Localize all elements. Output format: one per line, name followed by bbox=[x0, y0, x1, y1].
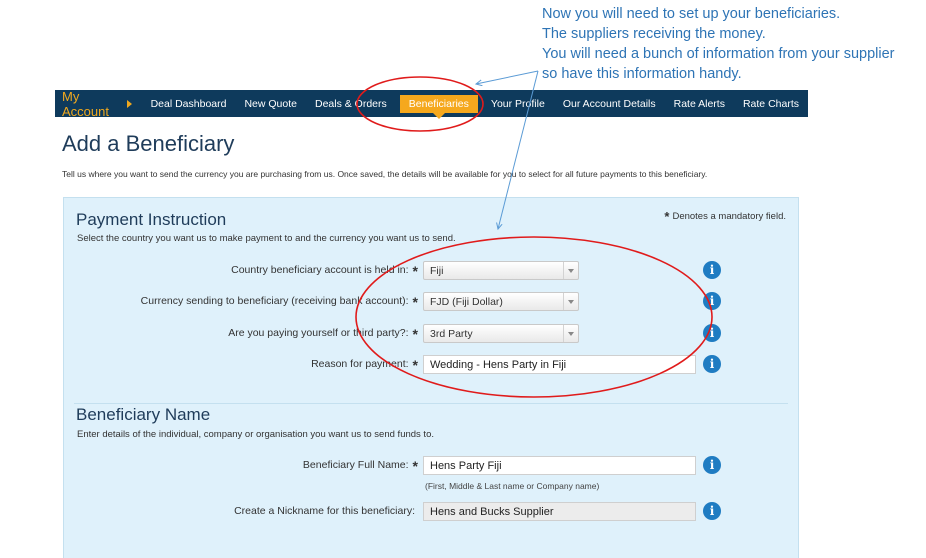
party-label-text: Are you paying yourself or third party?: bbox=[228, 327, 409, 339]
nickname-input[interactable]: Hens and Bucks Supplier bbox=[423, 502, 696, 521]
required-star: * bbox=[412, 294, 418, 310]
nav-beneficiaries[interactable]: Beneficiaries bbox=[399, 94, 478, 119]
required-star: * bbox=[412, 458, 418, 474]
annotation-line: You will need a bunch of information fro… bbox=[542, 46, 895, 62]
payment-instruction-title: Payment Instruction bbox=[76, 210, 227, 229]
nav-rate-alerts[interactable]: Rate Alerts bbox=[665, 98, 734, 110]
nav-my-account[interactable]: My Account bbox=[62, 89, 132, 119]
payment-instruction-subtitle: Select the country you want us to make p… bbox=[77, 233, 456, 244]
chevron-down-icon bbox=[563, 262, 578, 279]
annotation-line: Now you will need to set up your benefic… bbox=[542, 6, 841, 22]
nav-new-quote[interactable]: New Quote bbox=[235, 98, 306, 110]
nav-deals-orders[interactable]: Deals & Orders bbox=[306, 98, 396, 110]
info-icon[interactable]: i bbox=[703, 502, 721, 520]
annotation-line: The suppliers receiving the money. bbox=[542, 26, 766, 42]
party-select[interactable]: 3rd Party bbox=[423, 324, 579, 343]
currency-select-value: FJD (Fiji Dollar) bbox=[430, 296, 503, 308]
info-icon[interactable]: i bbox=[703, 292, 721, 310]
beneficiary-name-title: Beneficiary Name bbox=[76, 405, 211, 424]
info-icon[interactable]: i bbox=[703, 261, 721, 279]
beneficiary-name-subtitle: Enter details of the individual, company… bbox=[77, 429, 434, 440]
info-icon[interactable]: i bbox=[703, 324, 721, 342]
reason-label: Reason for payment: * bbox=[311, 357, 418, 373]
party-label: Are you paying yourself or third party?:… bbox=[228, 326, 418, 342]
fullname-input[interactable]: Hens Party Fiji bbox=[423, 456, 696, 475]
annotation-arrow-nav bbox=[476, 70, 539, 84]
country-select-value: Fiji bbox=[430, 265, 444, 277]
country-label: Country beneficiary account is held in: * bbox=[231, 263, 418, 279]
country-label-text: Country beneficiary account is held in: bbox=[231, 264, 409, 276]
nav-deal-dashboard[interactable]: Deal Dashboard bbox=[142, 98, 236, 110]
reason-label-text: Reason for payment: bbox=[311, 358, 409, 370]
nav-rate-charts[interactable]: Rate Charts bbox=[734, 98, 808, 110]
annotation-line: so have this information handy. bbox=[542, 66, 742, 82]
caret-right-icon bbox=[126, 99, 132, 108]
currency-label: Currency sending to beneficiary (receivi… bbox=[141, 294, 418, 310]
currency-select[interactable]: FJD (Fiji Dollar) bbox=[423, 292, 579, 311]
required-star: * bbox=[412, 263, 418, 279]
form-panel: Payment Instruction Select the country y… bbox=[63, 197, 799, 558]
reason-input[interactable]: Wedding - Hens Party in Fiji bbox=[423, 355, 696, 374]
chevron-down-icon bbox=[563, 325, 578, 342]
currency-label-text: Currency sending to beneficiary (receivi… bbox=[140, 295, 409, 307]
page-intro: Tell us where you want to send the curre… bbox=[62, 169, 708, 179]
nickname-label: Create a Nickname for this beneficiary: bbox=[234, 505, 415, 517]
country-select[interactable]: Fiji bbox=[423, 261, 579, 280]
fullname-hint: (First, Middle & Last name or Company na… bbox=[425, 481, 600, 491]
chevron-down-icon bbox=[563, 293, 578, 310]
nickname-label-text: Create a Nickname for this beneficiary: bbox=[234, 505, 415, 517]
mandatory-star: * bbox=[664, 209, 670, 224]
fullname-label: Beneficiary Full Name: * bbox=[303, 458, 418, 474]
required-star: * bbox=[412, 326, 418, 342]
section-divider bbox=[74, 403, 788, 404]
mandatory-note: * Denotes a mandatory field. bbox=[664, 209, 786, 224]
annotation-text: Now you will need to set up your benefic… bbox=[542, 4, 895, 84]
mandatory-note-text: Denotes a mandatory field. bbox=[672, 211, 786, 222]
info-icon[interactable]: i bbox=[703, 456, 721, 474]
page-title: Add a Beneficiary bbox=[62, 131, 235, 156]
nav-my-account-label: My Account bbox=[62, 88, 109, 119]
nav-our-account-details[interactable]: Our Account Details bbox=[554, 98, 665, 110]
nav-your-profile[interactable]: Your Profile bbox=[482, 98, 554, 110]
fullname-label-text: Beneficiary Full Name: bbox=[302, 459, 409, 471]
info-icon[interactable]: i bbox=[703, 355, 721, 373]
main-nav: My Account Deal Dashboard New Quote Deal… bbox=[55, 89, 808, 119]
party-select-value: 3rd Party bbox=[430, 328, 473, 340]
required-star: * bbox=[412, 357, 418, 373]
